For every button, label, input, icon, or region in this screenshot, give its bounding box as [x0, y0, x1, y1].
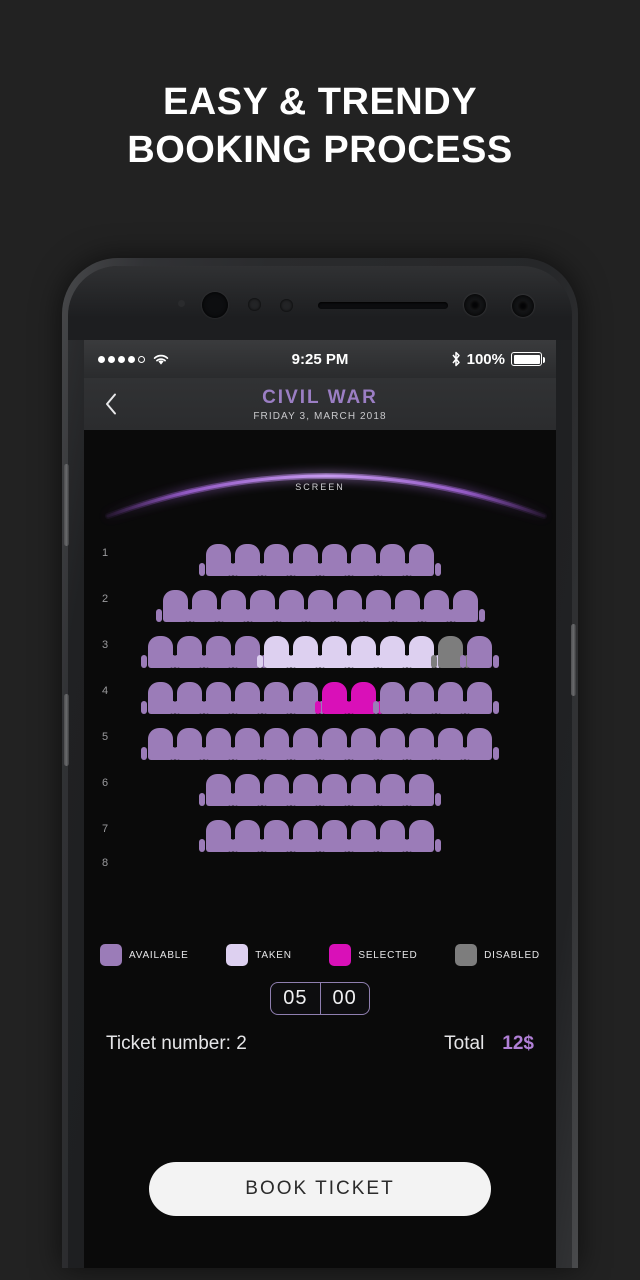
seat-row: 2 [84, 576, 556, 622]
nav-titles: CIVIL WAR FRIDAY 3, MARCH 2018 [253, 387, 386, 422]
legend-label: AVAILABLE [129, 949, 189, 961]
status-bar-right: 100% [320, 350, 545, 368]
seat-row: 6 [84, 760, 556, 806]
seat[interactable] [213, 590, 253, 622]
total-label: Total [444, 1033, 485, 1054]
iris-scanner-icon [464, 294, 486, 316]
seat[interactable] [184, 590, 224, 622]
cinema-screen-arc: SCREEN [84, 430, 556, 530]
seat[interactable] [329, 590, 369, 622]
seat[interactable] [271, 590, 311, 622]
seat[interactable] [358, 590, 398, 622]
proximity-sensor-icon [248, 298, 261, 311]
row-label: 4 [102, 685, 109, 697]
legend-item-disabled: DISABLED [455, 944, 540, 966]
legend-item-selected: SELECTED [329, 944, 417, 966]
seat[interactable] [402, 544, 441, 576]
row-label: 2 [102, 593, 109, 605]
front-camera-icon [202, 292, 228, 318]
seat[interactable] [416, 590, 456, 622]
total-value: 12$ [502, 1033, 534, 1054]
seat[interactable] [402, 820, 441, 852]
seat-row: 7 [84, 806, 556, 852]
power-button[interactable] [571, 624, 576, 696]
total-wrap: Total 12$ [444, 1033, 534, 1055]
legend-item-available: AVAILABLE [100, 944, 189, 966]
earpiece-speaker-icon [318, 302, 448, 309]
back-button[interactable] [98, 391, 124, 417]
movie-title: CIVIL WAR [262, 386, 378, 408]
seat[interactable] [387, 590, 427, 622]
legend-label: SELECTED [358, 949, 418, 961]
legend-swatch-available-icon [100, 944, 122, 966]
battery-percent-label: 100% [466, 350, 505, 368]
bluetooth-icon [452, 351, 460, 367]
promo-heading: EASY & TRENDY BOOKING PROCESS [0, 78, 640, 174]
volume-down-button[interactable] [64, 694, 69, 766]
seat-legend: AVAILABLE TAKEN SELECTED DISABLED [84, 930, 556, 976]
promo-line-1: EASY & TRENDY [162, 81, 478, 123]
seat-map: SCREEN 1 2 3 4 5 6 7 8 [84, 430, 556, 930]
app-screen: 9:25 PM 100% CIVIL WAR FRIDAY 3, MARCH 2… [84, 340, 556, 1268]
seat[interactable] [300, 590, 340, 622]
seat[interactable] [460, 682, 499, 714]
nav-bar: CIVIL WAR FRIDAY 3, MARCH 2018 [84, 378, 556, 430]
row-label: 6 [102, 777, 109, 789]
row-label: 7 [102, 823, 109, 835]
row-label: 8 [102, 857, 109, 869]
countdown-timer: 05 00 [270, 982, 370, 1015]
seat[interactable] [242, 590, 282, 622]
screen-arc-icon [105, 473, 547, 519]
timer-seconds: 00 [319, 983, 369, 1014]
volume-up-button[interactable] [64, 464, 69, 546]
phone-body: 9:25 PM 100% CIVIL WAR FRIDAY 3, MARCH 2… [64, 266, 576, 1268]
legend-label: TAKEN [255, 949, 292, 961]
seat[interactable] [460, 728, 499, 760]
countdown-timer-wrap: 05 00 [84, 982, 556, 1015]
status-bar: 9:25 PM 100% [84, 340, 556, 378]
secondary-camera-icon [512, 295, 534, 317]
legend-item-taken: TAKEN [226, 944, 292, 966]
ticket-number-label: Ticket number: 2 [106, 1033, 247, 1054]
seat-row: 5 [84, 714, 556, 760]
seat-row: 3 [84, 622, 556, 668]
order-summary: Ticket number: 2 Total 12$ [84, 1015, 556, 1055]
seat[interactable] [460, 636, 499, 668]
screen-label: SCREEN [295, 482, 345, 492]
book-ticket-button[interactable]: BOOK TICKET [149, 1162, 491, 1216]
row-label: 3 [102, 639, 109, 651]
light-sensor-icon [280, 299, 293, 312]
seat[interactable] [445, 590, 485, 622]
row-label: 1 [102, 547, 109, 559]
phone-top-bezel [68, 266, 572, 340]
seat[interactable] [402, 774, 441, 806]
phone-mockup: 9:25 PM 100% CIVIL WAR FRIDAY 3, MARCH 2… [62, 258, 578, 1268]
book-button-wrap: BOOK TICKET [84, 1162, 556, 1216]
seat[interactable] [155, 590, 195, 622]
timer-minutes: 05 [283, 987, 308, 1009]
legend-swatch-disabled-icon [455, 944, 478, 966]
promo-line-2: BOOKING PROCESS [127, 129, 513, 171]
seat-row: 1 [84, 530, 556, 576]
seat-row-label-only: 8 [84, 852, 556, 874]
legend-label: DISABLED [484, 949, 540, 961]
battery-full-icon [511, 352, 545, 366]
showtime-date: FRIDAY 3, MARCH 2018 [253, 410, 387, 422]
legend-swatch-taken-icon [226, 944, 249, 966]
chevron-left-icon [105, 393, 116, 415]
legend-swatch-selected-icon [329, 944, 352, 966]
seat-rows: 1 2 3 4 5 6 7 8 [84, 530, 556, 874]
seat-row: 4 [84, 668, 556, 714]
led-indicator-icon [178, 300, 185, 307]
row-label: 5 [102, 731, 109, 743]
